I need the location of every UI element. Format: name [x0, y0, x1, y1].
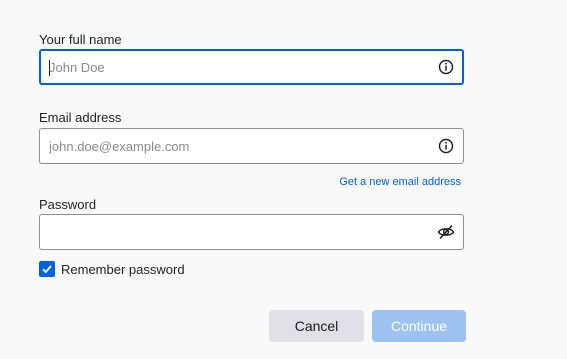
password-label: Password — [39, 197, 97, 212]
info-icon[interactable] — [437, 58, 455, 76]
remember-password-option[interactable]: Remember password — [39, 261, 185, 277]
eye-slash-icon[interactable] — [437, 223, 455, 241]
fullname-field[interactable] — [39, 49, 464, 85]
checkmark-icon — [42, 265, 52, 274]
email-input[interactable] — [49, 129, 429, 163]
account-form: Your full name Email address Get a new e… — [0, 0, 567, 359]
cancel-button[interactable]: Cancel — [269, 310, 364, 342]
fullname-label: Your full name — [39, 32, 122, 47]
email-field[interactable] — [39, 128, 464, 164]
fullname-input[interactable] — [49, 51, 429, 83]
continue-button[interactable]: Continue — [372, 310, 466, 342]
password-field[interactable] — [39, 214, 464, 250]
password-input[interactable] — [49, 215, 429, 249]
info-icon[interactable] — [437, 137, 455, 155]
remember-label: Remember password — [61, 261, 185, 277]
email-label: Email address — [39, 110, 122, 125]
get-new-email-link[interactable]: Get a new email address — [339, 176, 461, 188]
remember-checkbox[interactable] — [39, 261, 55, 277]
